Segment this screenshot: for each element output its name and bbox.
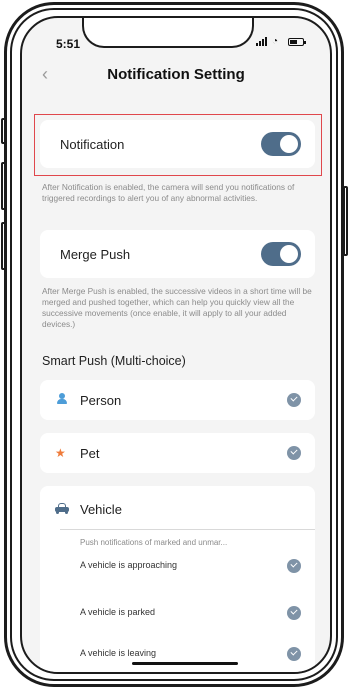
side-button xyxy=(1,222,6,270)
smart-push-title: Smart Push (Multi-choice) xyxy=(42,354,186,368)
screen: 5:51 ◔ ‹ Notification Setting Notificati… xyxy=(20,16,332,674)
check-icon[interactable] xyxy=(287,446,301,460)
header: ‹ Notification Setting xyxy=(22,60,330,90)
vehicle-option-label: A vehicle is parked xyxy=(80,607,156,617)
merge-push-description: After Merge Push is enabled, the success… xyxy=(42,286,312,329)
check-icon[interactable] xyxy=(287,606,301,620)
side-button xyxy=(343,186,348,256)
notch xyxy=(82,18,254,48)
vehicle-icon xyxy=(55,503,69,514)
merge-push-label: Merge Push xyxy=(60,247,131,262)
vehicle-option-label: A vehicle is approaching xyxy=(80,560,178,570)
check-icon[interactable] xyxy=(287,393,301,407)
smart-push-item-label: Person xyxy=(80,393,122,408)
wifi-icon: ◔ xyxy=(272,36,279,47)
side-button xyxy=(1,162,6,210)
person-icon xyxy=(56,393,68,405)
smart-push-item-vehicle[interactable]: Vehicle Push notifications of marked and… xyxy=(40,486,315,672)
home-indicator xyxy=(132,662,238,665)
status-icons: ◔ xyxy=(256,36,306,47)
smart-push-item-pet[interactable]: ★ Pet xyxy=(40,433,315,473)
battery-icon xyxy=(288,37,306,46)
signal-icon xyxy=(256,37,267,46)
page-title: Notification Setting xyxy=(107,66,245,83)
vehicle-description: Push notifications of marked and unmar..… xyxy=(80,538,228,547)
pet-icon: ★ xyxy=(55,446,66,460)
side-button xyxy=(1,118,6,144)
merge-push-toggle[interactable] xyxy=(261,242,301,266)
smart-push-item-label: Vehicle xyxy=(80,502,122,517)
status-time: 5:51 xyxy=(56,37,81,51)
vehicle-option-label: A vehicle is leaving xyxy=(80,648,157,658)
divider xyxy=(60,529,315,530)
smart-push-item-label: Pet xyxy=(80,446,100,461)
merge-push-card: Merge Push xyxy=(40,230,315,278)
check-icon[interactable] xyxy=(287,559,301,573)
smart-push-item-person[interactable]: Person xyxy=(40,380,315,420)
notification-description: After Notification is enabled, the camer… xyxy=(42,182,295,203)
highlight-box xyxy=(34,114,322,176)
check-icon[interactable] xyxy=(287,647,301,661)
